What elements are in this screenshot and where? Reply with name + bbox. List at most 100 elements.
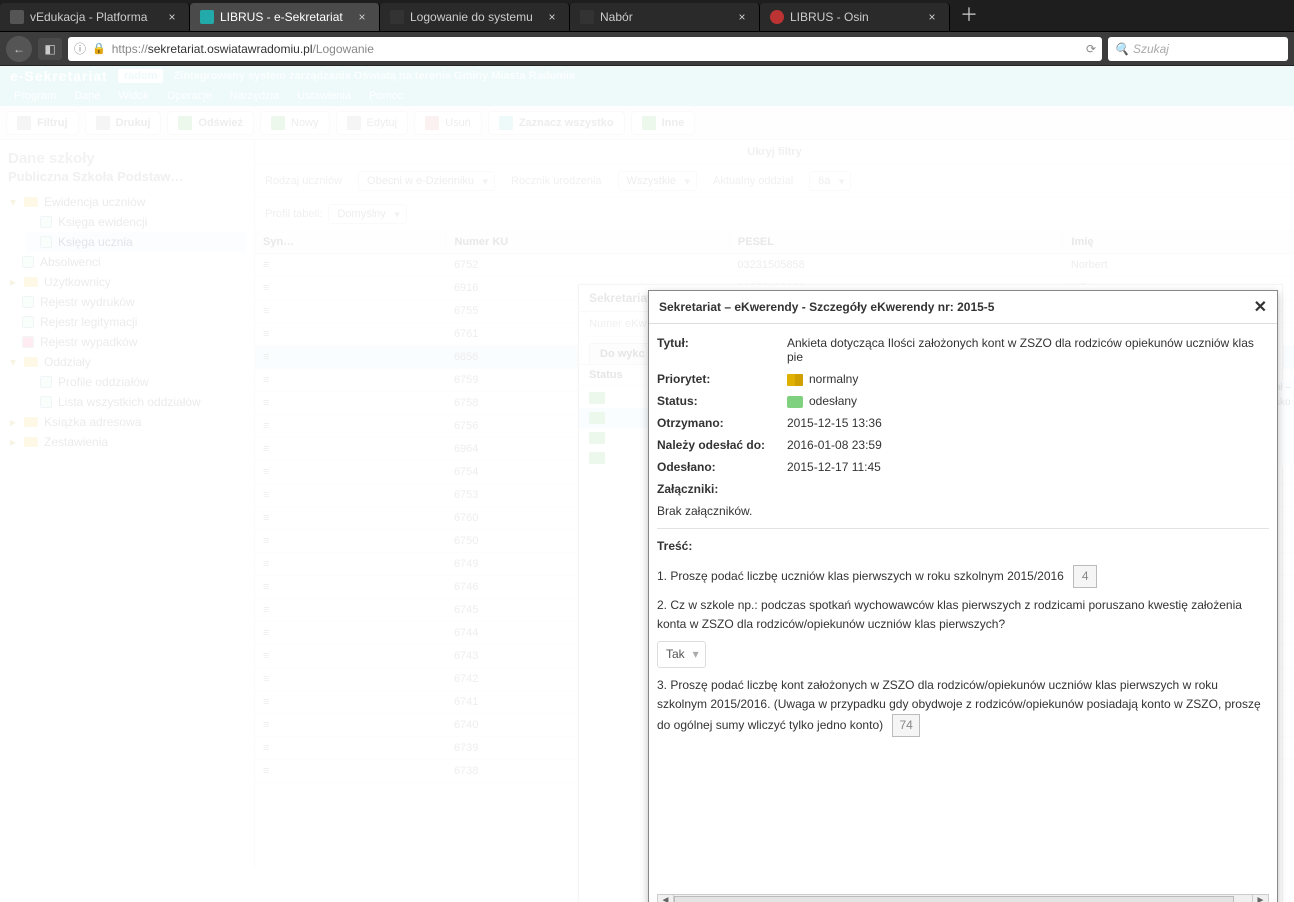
field-nalezy-label: Należy odesłać do: bbox=[657, 438, 777, 452]
cell-syn: ≡ bbox=[255, 277, 446, 300]
question-2-select[interactable]: Tak bbox=[657, 641, 706, 668]
info-icon: ⓘ bbox=[74, 40, 86, 57]
tab-close-icon[interactable]: × bbox=[735, 10, 749, 24]
toolbar-print-button[interactable]: Drukuj bbox=[85, 111, 162, 135]
id-icon bbox=[22, 316, 34, 328]
toolbar-delete-button[interactable]: Usuń bbox=[414, 111, 482, 135]
sent-icon bbox=[787, 396, 803, 408]
tab-close-icon[interactable]: × bbox=[165, 10, 179, 24]
tree-item-ksiega-ucznia[interactable]: Księga ucznia bbox=[26, 232, 246, 252]
cell-syn: ≡ bbox=[255, 530, 446, 553]
scroll-right-icon[interactable]: ► bbox=[1252, 895, 1268, 902]
toolbar-selectall-button[interactable]: Zaznacz wszystko bbox=[488, 111, 625, 135]
tab-label: LIBRUS - e-Sekretariat bbox=[220, 10, 343, 24]
tree-folder-ewidencja[interactable]: Ewidencja uczniów bbox=[8, 192, 246, 212]
favicon bbox=[770, 10, 784, 24]
toolbar-more-button[interactable]: Inne bbox=[631, 111, 696, 135]
folder-icon bbox=[24, 277, 38, 287]
answer-1-input[interactable]: 4 bbox=[1073, 565, 1097, 588]
selectall-icon bbox=[499, 116, 513, 130]
col-name[interactable]: Imię bbox=[1063, 231, 1294, 254]
tab-label: Nabór bbox=[600, 10, 633, 24]
menu-item-program[interactable]: Program bbox=[6, 88, 64, 104]
close-icon[interactable]: ✕ bbox=[1254, 297, 1267, 317]
toolbar-refresh-button[interactable]: Odśwież bbox=[167, 111, 254, 135]
warning-icon bbox=[22, 336, 34, 348]
tree-folder-oddzialy[interactable]: Oddziały bbox=[8, 352, 246, 372]
tree-folder-ksiazka[interactable]: Książka adresowa bbox=[8, 412, 246, 432]
edit-icon bbox=[347, 116, 361, 130]
col-ku[interactable]: Numer KU bbox=[446, 231, 729, 254]
reload-icon[interactable]: ⟳ bbox=[1086, 42, 1096, 56]
hide-filters-toggle[interactable]: Ukryj filtry bbox=[255, 140, 1294, 165]
field-priorytet-value: normalny bbox=[787, 372, 1269, 386]
tree-folder-uzytkownicy[interactable]: Użytkownicy bbox=[8, 272, 246, 292]
answer-3-input[interactable]: 74 bbox=[892, 714, 919, 737]
folder-icon bbox=[24, 437, 38, 447]
favicon bbox=[580, 10, 594, 24]
toolbar-new-button[interactable]: Nowy bbox=[260, 111, 330, 135]
ekwerendy-tab-todo[interactable]: Do wykc bbox=[589, 343, 656, 364]
filter-icon bbox=[17, 116, 31, 130]
field-tresc-label: Treść: bbox=[657, 539, 777, 553]
refresh-icon bbox=[178, 116, 192, 130]
browser-tab-2[interactable]: Logowanie do systemu× bbox=[380, 3, 570, 31]
field-tytul-label: Tytuł: bbox=[657, 336, 777, 350]
new-tab-button[interactable]: ＋ bbox=[950, 0, 988, 31]
tree-item-rejestr-legitymacji[interactable]: Rejestr legitymacji bbox=[8, 312, 246, 332]
menu-item-pomoc[interactable]: Pomoc bbox=[361, 88, 411, 104]
cell-syn: ≡ bbox=[255, 438, 446, 461]
cell-syn: ≡ bbox=[255, 668, 446, 691]
menu-item-ustawienia[interactable]: Ustawienia bbox=[289, 88, 359, 104]
tree-item-ksiega-ewidencji[interactable]: Księga ewidencji bbox=[26, 212, 246, 232]
search-input[interactable]: 🔍 Szukaj bbox=[1108, 37, 1288, 61]
cell-syn: ≡ bbox=[255, 461, 446, 484]
browser-tab-0[interactable]: vEdukacja - Platforma × bbox=[0, 3, 190, 31]
browser-tab-3[interactable]: Nabór × bbox=[570, 3, 760, 31]
col-syn[interactable]: Syn… bbox=[255, 231, 446, 254]
cell-syn: ≡ bbox=[255, 369, 446, 392]
filter-bar: Rodzaj uczniów Obecni w e-Dzienniku Rocz… bbox=[255, 165, 1294, 198]
col-pesel[interactable]: PESEL bbox=[729, 231, 1063, 254]
tab-label: vEdukacja - Platforma bbox=[30, 10, 147, 24]
menu-item-narzedzia[interactable]: Narzędzia bbox=[222, 88, 288, 104]
profile-icon bbox=[40, 376, 52, 388]
tree-item-lista-oddzialow[interactable]: Lista wszystkich oddziałów bbox=[26, 392, 246, 412]
menu-item-widok[interactable]: Widok bbox=[110, 88, 157, 104]
filter-rocznik-select[interactable]: Wszystkie bbox=[618, 171, 698, 191]
menu-item-dane[interactable]: Dane bbox=[66, 88, 108, 104]
tree-folder-zestawienia[interactable]: Zestawienia bbox=[8, 432, 246, 452]
toolbar-filter-button[interactable]: Filtruj bbox=[6, 111, 79, 135]
back-button[interactable]: ← bbox=[6, 36, 32, 62]
profil-select[interactable]: Domyślny bbox=[328, 204, 406, 224]
cell-syn: ≡ bbox=[255, 553, 446, 576]
tree-item-rejestr-wydrukow[interactable]: Rejestr wydruków bbox=[8, 292, 246, 312]
modal-titlebar[interactable]: Sekretariat – eKwerendy - Szczegóły eKwe… bbox=[649, 291, 1277, 324]
app-tagline: Zintegrowany system zarządzania Oświatą … bbox=[173, 70, 575, 82]
tree-item-absolwenci[interactable]: Absolwenci bbox=[8, 252, 246, 272]
tree-item-profile-oddzialow[interactable]: Profile oddziałów bbox=[26, 372, 246, 392]
browser-tab-4[interactable]: LIBRUS - Osin× bbox=[760, 3, 950, 31]
cell-syn: ≡ bbox=[255, 392, 446, 415]
filter-rocznik-label: Rocznik urodzenia bbox=[511, 175, 602, 187]
cell-syn: ≡ bbox=[255, 737, 446, 760]
scroll-thumb[interactable] bbox=[674, 896, 1234, 902]
cell-syn: ≡ bbox=[255, 714, 446, 737]
tab-close-icon[interactable]: × bbox=[925, 10, 939, 24]
tree-item-rejestr-wypadkow[interactable]: Rejestr wypadków bbox=[8, 332, 246, 352]
filter-oddzial-select[interactable]: 6a bbox=[809, 171, 851, 191]
url-input[interactable]: ⓘ 🔒 https://sekretariat.oswiatawradomiu.… bbox=[68, 37, 1102, 61]
scroll-left-icon[interactable]: ◄ bbox=[658, 895, 674, 902]
tab-close-icon[interactable]: × bbox=[545, 10, 559, 24]
field-odeslano-value: 2015-12-17 11:45 bbox=[787, 460, 1269, 474]
browser-tab-strip: vEdukacja - Platforma × LIBRUS - e-Sekret… bbox=[0, 0, 1294, 32]
home-button[interactable]: ◧ bbox=[38, 38, 62, 60]
filter-rodzaj-select[interactable]: Obecni w e-Dzienniku bbox=[358, 171, 495, 191]
browser-tab-1[interactable]: LIBRUS - e-Sekretariat × bbox=[190, 3, 380, 31]
tab-close-icon[interactable]: × bbox=[355, 10, 369, 24]
menu-item-operacje[interactable]: Operacje bbox=[159, 88, 220, 104]
field-odeslano-label: Odesłano: bbox=[657, 460, 777, 474]
toolbar-edit-button[interactable]: Edytuj bbox=[336, 111, 409, 135]
table-row[interactable]: ≡ 6752 03231505858 Norbert bbox=[255, 254, 1294, 277]
modal-horizontal-scrollbar[interactable]: ◄ ► bbox=[657, 894, 1269, 902]
